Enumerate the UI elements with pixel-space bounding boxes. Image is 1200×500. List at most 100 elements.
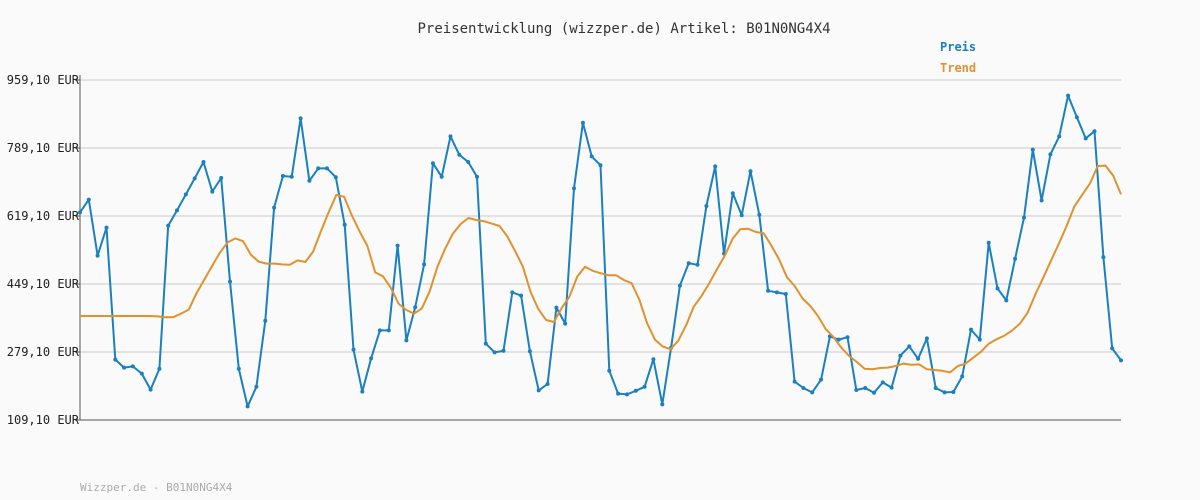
y-tick-label: 279,10 EUR (7, 345, 80, 359)
data-point (475, 174, 479, 179)
data-point (651, 357, 656, 362)
data-point (695, 262, 700, 267)
data-point (325, 166, 329, 171)
data-point (598, 163, 603, 168)
data-point (801, 386, 806, 390)
data-point (739, 213, 744, 218)
data-point (386, 328, 391, 333)
footer-text: Wizzper.de - B01N0NG4X4 (80, 481, 233, 494)
data-point (1039, 198, 1044, 203)
data-point (175, 208, 179, 213)
data-point (439, 174, 444, 179)
data-point (1092, 129, 1097, 134)
data-point (766, 288, 771, 293)
data-point (148, 387, 153, 392)
data-point (95, 253, 100, 258)
data-point (616, 391, 621, 396)
data-point (969, 327, 973, 332)
legend-preis: Preis (940, 40, 976, 54)
data-point (633, 388, 638, 393)
data-point (360, 389, 365, 394)
data-point (510, 290, 515, 295)
data-point (880, 380, 885, 385)
data-point (854, 388, 859, 392)
data-point (960, 374, 965, 379)
data-point (713, 164, 718, 169)
data-point (1013, 256, 1018, 261)
data-point (1066, 93, 1071, 98)
data-point (448, 134, 453, 139)
data-point (122, 365, 127, 370)
data-point (730, 191, 735, 196)
data-point (430, 161, 435, 166)
data-point (166, 223, 171, 228)
data-point (457, 152, 462, 157)
data-point (872, 390, 876, 395)
data-point (254, 384, 259, 389)
data-point (1119, 358, 1123, 363)
data-point (351, 347, 356, 352)
data-point (289, 174, 294, 179)
data-point (660, 402, 665, 407)
data-point (228, 279, 232, 284)
data-point (942, 390, 947, 395)
data-point (1030, 147, 1035, 152)
data-point (113, 357, 118, 362)
data-point (422, 262, 427, 267)
data-point (924, 336, 929, 341)
data-point (1057, 134, 1062, 139)
data-point (889, 385, 894, 390)
data-point (86, 197, 91, 202)
data-point (792, 379, 797, 384)
data-point (572, 186, 576, 191)
y-tick-label: 619,10 EUR (7, 209, 80, 223)
data-point (219, 176, 224, 180)
data-point (527, 349, 532, 354)
data-point (157, 366, 162, 371)
y-tick-label: 449,10 EUR (7, 277, 80, 291)
price-chart: Preisentwicklung (wizzper.de) Artikel: B… (7, 21, 1123, 494)
data-point (607, 368, 612, 373)
data-point (333, 175, 338, 180)
data-point (466, 160, 471, 164)
data-point (263, 318, 268, 323)
data-point (810, 390, 815, 395)
data-point (819, 377, 824, 382)
data-point (536, 388, 541, 393)
data-point (774, 290, 779, 295)
data-point (130, 364, 135, 369)
data-point (1004, 298, 1009, 303)
data-point (898, 353, 903, 358)
data-point (677, 283, 682, 288)
data-point (563, 321, 568, 326)
data-point (519, 293, 524, 298)
series-line-preis (79, 94, 1122, 408)
data-point (554, 305, 559, 310)
data-point (845, 335, 850, 340)
data-point (501, 348, 506, 353)
data-point (307, 178, 312, 183)
data-point (1048, 152, 1053, 157)
y-tick-label: 959,10 EUR (7, 73, 80, 87)
data-point (1022, 215, 1026, 220)
data-point (748, 169, 753, 174)
data-point (545, 382, 550, 386)
data-point (1110, 346, 1115, 351)
data-point (1101, 255, 1106, 260)
data-point (369, 356, 374, 361)
y-tick-label: 789,10 EUR (7, 141, 80, 155)
data-point (316, 166, 321, 171)
data-point (492, 350, 497, 355)
data-point (642, 384, 647, 389)
data-point (704, 204, 709, 208)
data-point (995, 286, 1000, 291)
data-point (783, 292, 788, 296)
data-point (916, 356, 921, 361)
data-point (236, 366, 241, 371)
data-point (298, 116, 303, 121)
data-point (280, 174, 285, 178)
data-point (483, 341, 488, 346)
data-point (139, 371, 144, 376)
data-point (342, 222, 347, 227)
data-point (413, 305, 418, 310)
